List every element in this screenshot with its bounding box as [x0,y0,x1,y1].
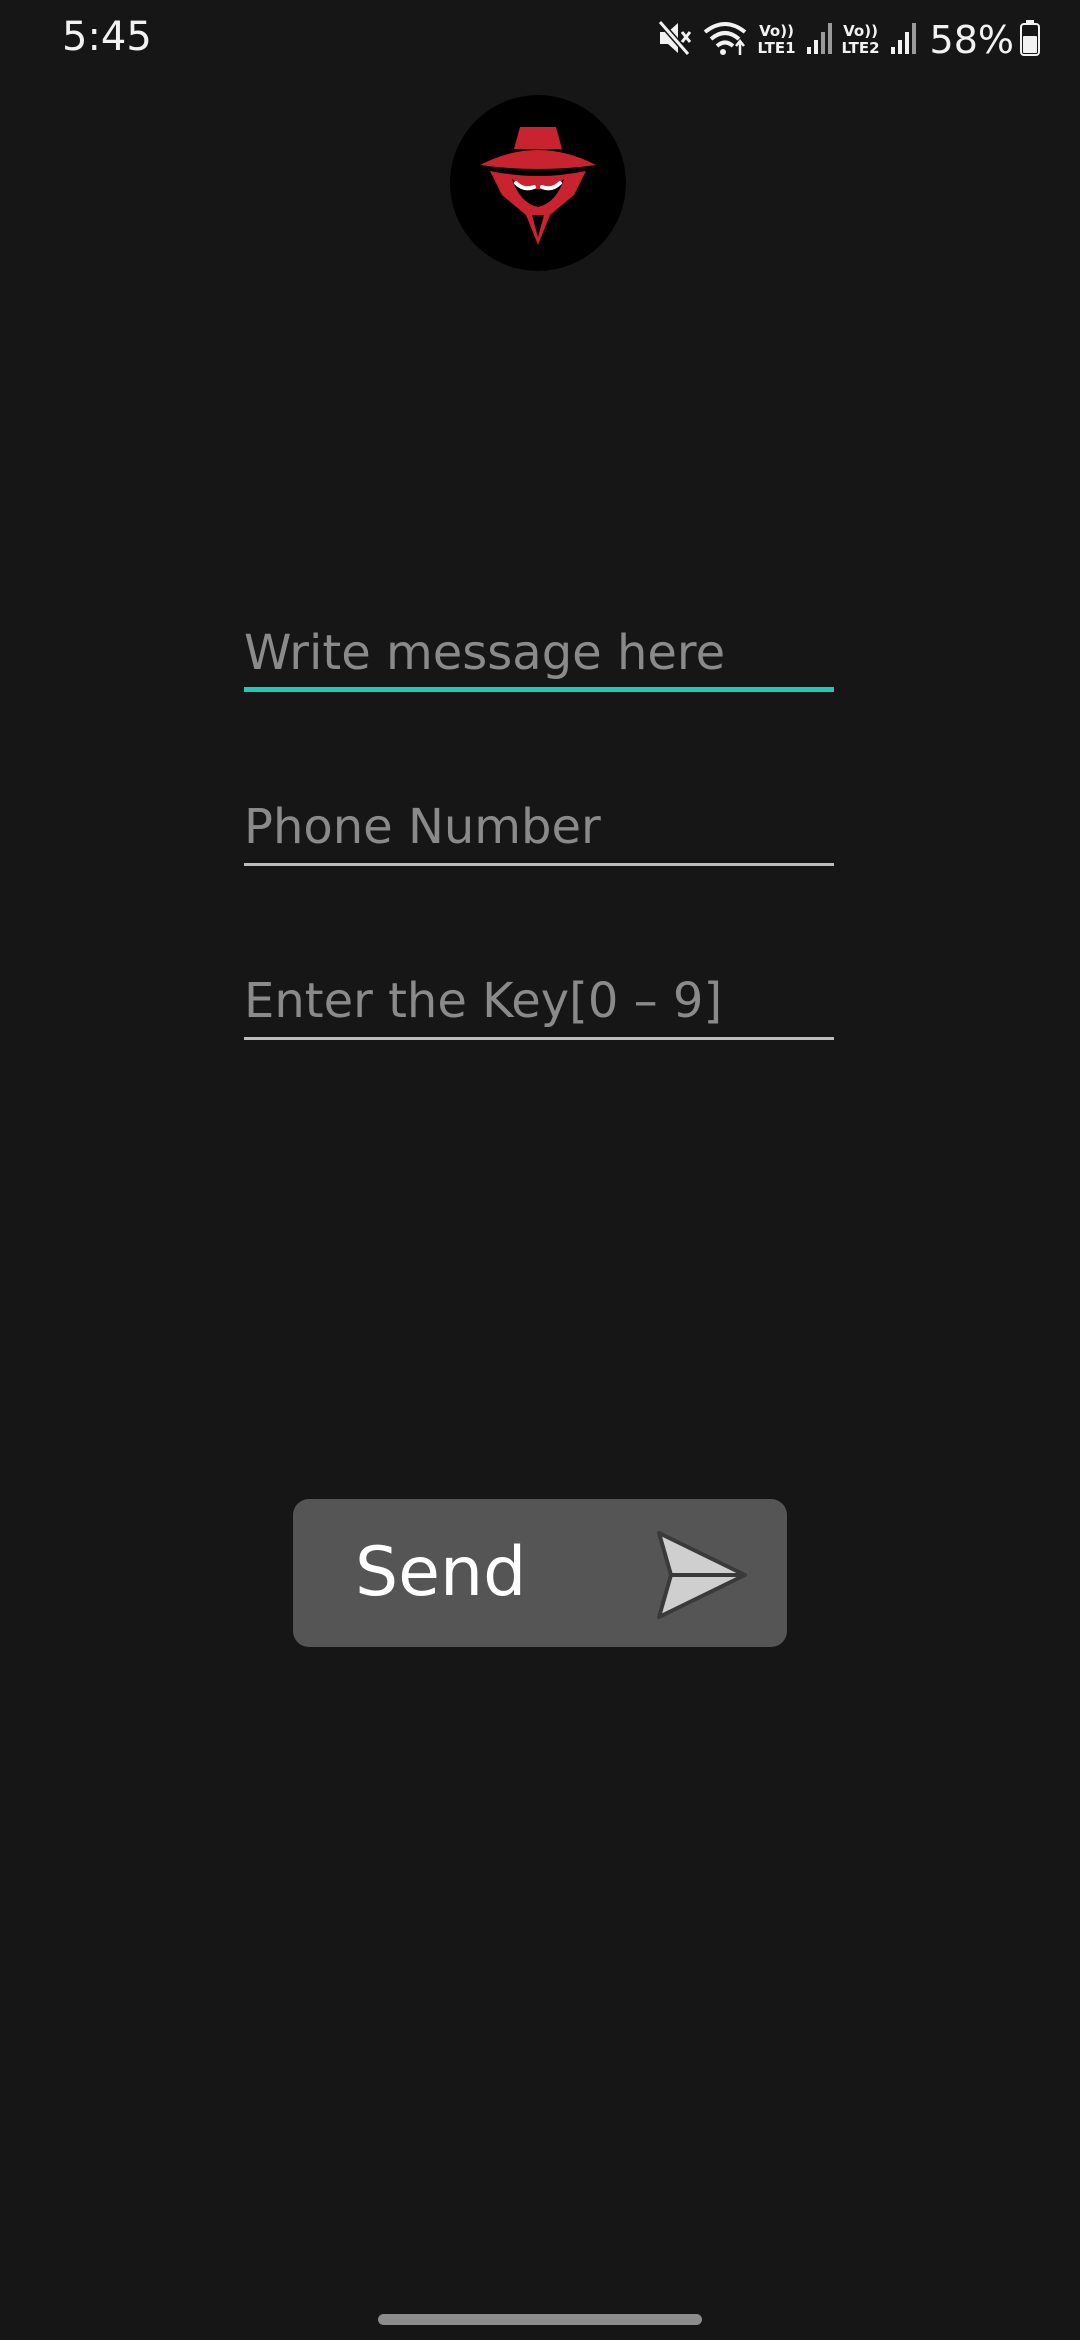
phone-field[interactable] [244,796,834,866]
key-underline [244,1037,834,1040]
home-indicator[interactable] [378,2314,702,2325]
sim1-volte-text: Vo)) [759,22,794,40]
sim1-lte-text: LTE1 [757,39,796,57]
paper-plane-icon [653,1529,749,1624]
send-button[interactable]: Send [293,1499,787,1647]
mute-icon [656,18,692,62]
signal-icon [806,21,832,59]
phone-input[interactable] [244,796,834,858]
battery-icon [1020,20,1040,60]
sim2-network-label: Vo)) LTE2 [842,23,880,57]
wifi-icon [702,18,748,62]
spy-hat-logo-icon [480,127,596,245]
phone-underline [244,863,834,866]
message-field[interactable] [244,622,834,692]
status-time: 5:45 [62,14,152,60]
signal-icon [890,21,916,59]
app-logo [450,95,626,271]
battery-percentage: 58% [929,18,1014,62]
key-field[interactable] [244,970,834,1040]
sim1-network-label: Vo)) LTE1 [758,23,796,57]
status-bar: 5:45 Vo)) LTE1 Vo)) LTE2 58% [0,0,1080,80]
sim2-lte-text: LTE2 [841,39,880,57]
sim2-volte-text: Vo)) [843,22,878,40]
message-input[interactable] [244,622,834,684]
send-button-label: Send [355,1533,527,1612]
message-underline [244,687,834,692]
key-input[interactable] [244,970,834,1032]
status-icons: Vo)) LTE1 Vo)) LTE2 58% [646,14,1040,66]
